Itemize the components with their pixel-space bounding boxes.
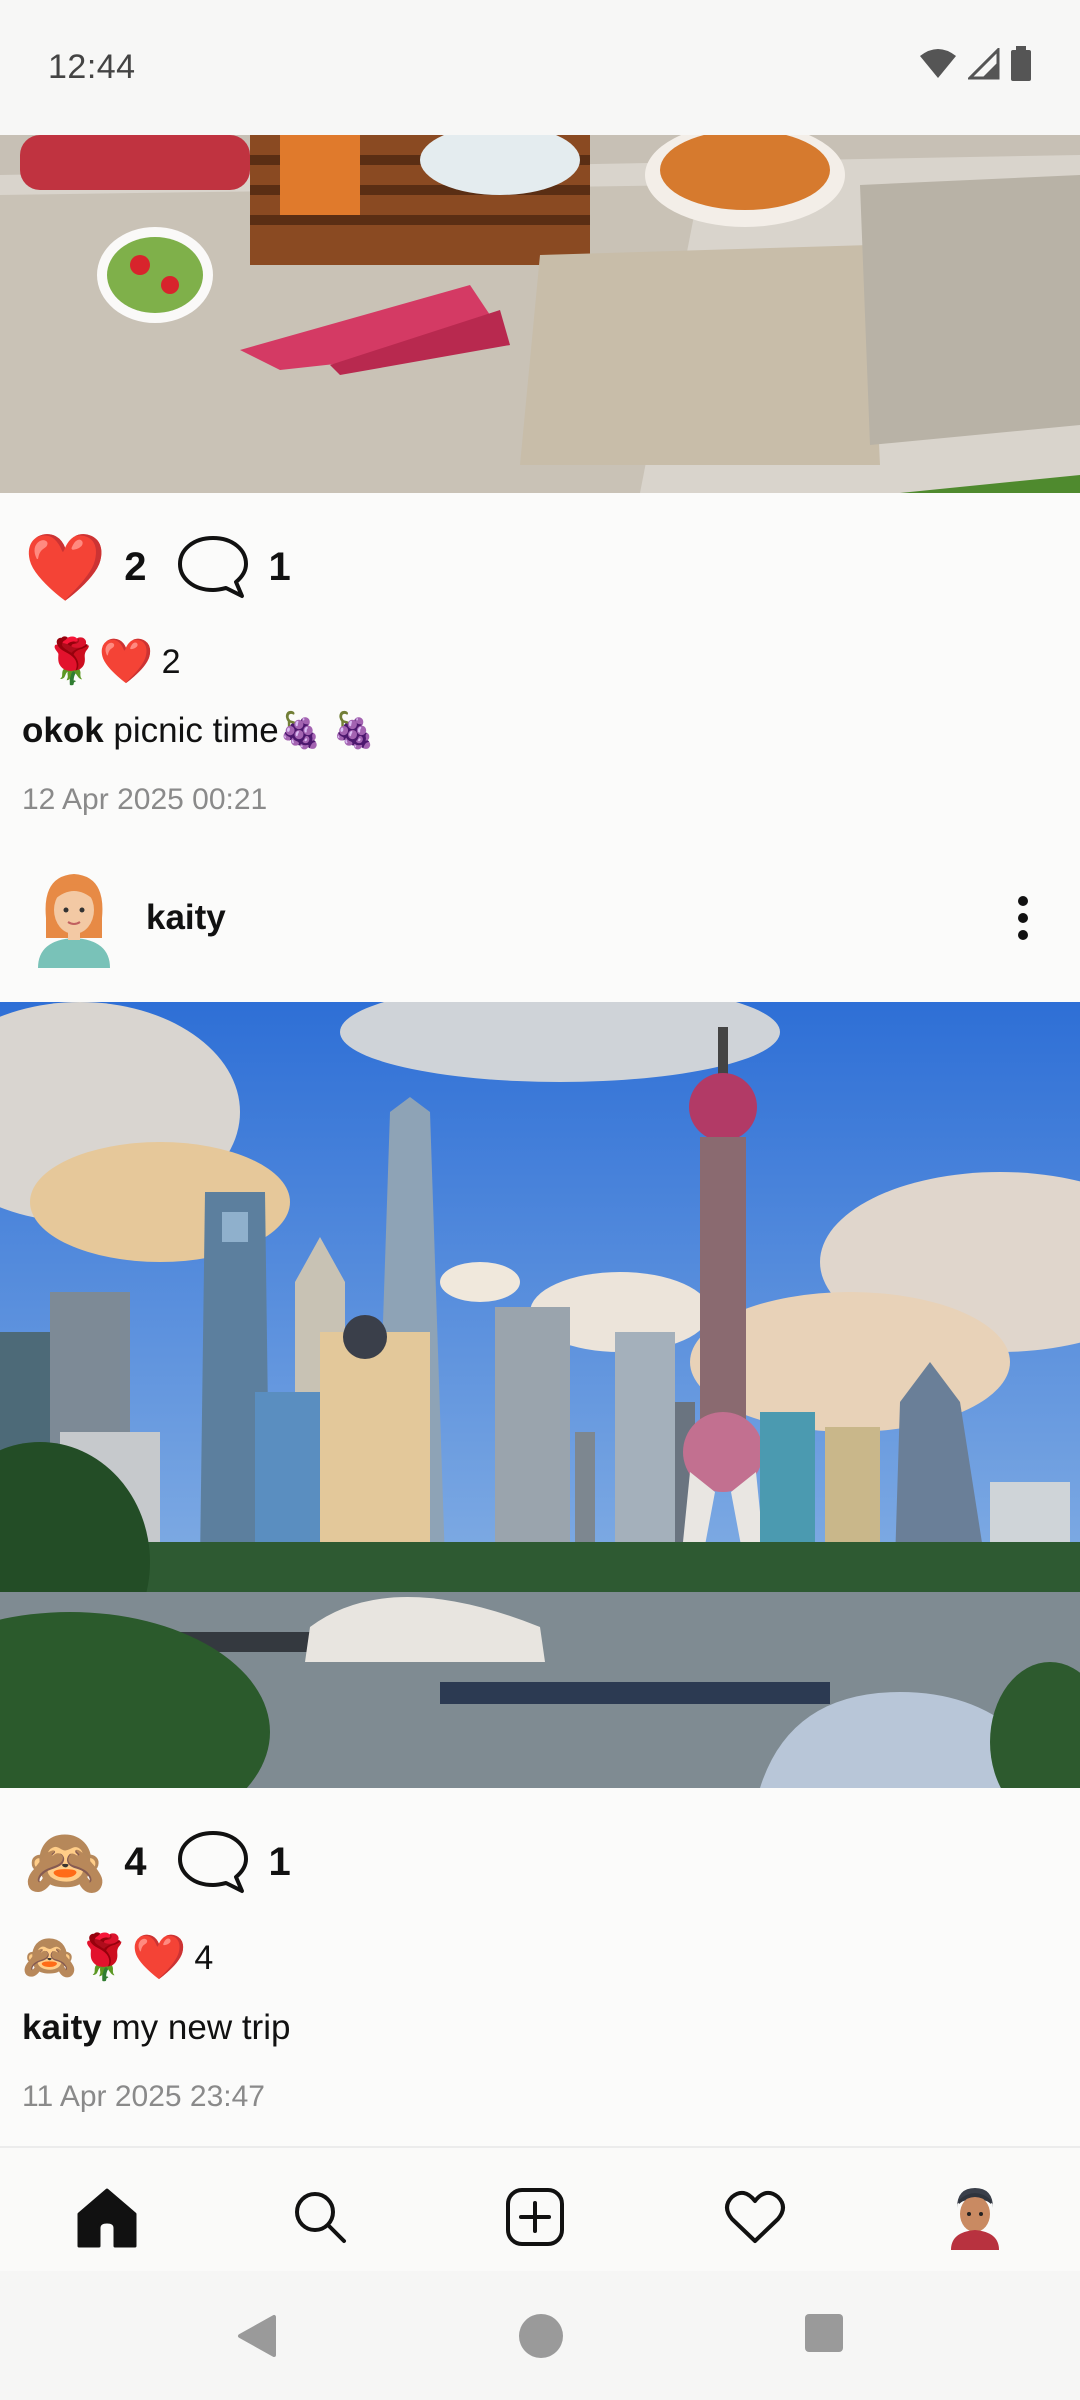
nav-profile[interactable] [940,2182,1010,2252]
nav-search[interactable] [285,2182,355,2252]
heart-icon [725,2190,785,2243]
post1-caption: okok picnic time🍇 🍇 [22,710,376,751]
bottom-nav [0,2146,1080,2271]
post2-caption-text: my new trip [101,2008,291,2047]
back-icon[interactable] [234,2313,278,2359]
post2-reactions[interactable]: 🙈🌹❤️ 4 [22,1936,213,1980]
signal-icon [968,48,1000,80]
post1-timestamp: 12 Apr 2025 00:21 [22,783,268,816]
nav-home[interactable] [72,2182,142,2252]
nav-create[interactable] [500,2182,570,2252]
post1-actions: ❤️ 2 1 [24,527,321,607]
add-post-icon [506,2188,564,2246]
post1-caption-user[interactable]: okok [22,711,104,750]
like-heart-icon[interactable]: ❤️ [24,534,106,600]
post2-comments-count[interactable]: 1 [268,1840,290,1885]
search-icon [295,2192,346,2243]
post1-caption-text: picnic time🍇 🍇 [103,711,376,750]
post1-likes-count[interactable]: 2 [124,545,146,590]
nav-activity[interactable] [720,2182,790,2252]
post2-username[interactable]: kaity [146,898,226,938]
battery-icon [1011,46,1031,81]
status-icons [918,46,1032,82]
wifi-icon [920,49,956,78]
avatar[interactable] [32,868,116,968]
post2-caption-user[interactable]: kaity [22,2008,102,2047]
post2-likes-count[interactable]: 4 [124,1840,146,1885]
post2-caption: kaity my new trip [22,2008,290,2048]
home-circle-icon[interactable] [518,2313,564,2359]
post2-actions: 🙈 4 1 [24,1822,321,1902]
more-options-icon[interactable] [1016,894,1030,942]
post1-reaction-emojis: 🌹❤️ [44,637,154,686]
comment-icon[interactable] [176,534,250,600]
status-time: 12:44 [48,48,136,86]
post2-reactions-count: 4 [194,1938,214,1977]
system-nav-bar [0,2271,1080,2400]
comment-icon[interactable] [176,1829,250,1895]
post1-comments-count[interactable]: 1 [268,545,290,590]
post2-header: kaity [0,858,1080,978]
post1-reactions[interactable]: 🌹❤️ 2 [44,640,181,684]
post2-timestamp: 11 Apr 2025 23:47 [22,2080,265,2113]
post2-reaction-emojis: 🙈🌹❤️ [22,1933,187,1982]
post-image-picnic[interactable] [0,135,1080,493]
profile-avatar-icon [951,2188,999,2250]
like-monkey-icon[interactable]: 🙈 [24,1829,106,1895]
recents-icon[interactable] [804,2313,844,2353]
post1-reactions-count: 2 [161,642,181,681]
status-bar: 12:44 [0,0,1080,135]
home-icon [77,2188,137,2248]
post-image-skyline[interactable] [0,1002,1080,1788]
